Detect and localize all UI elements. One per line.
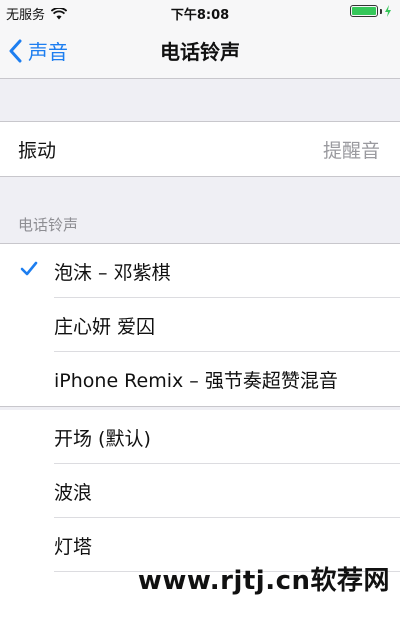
ringtone-label: iPhone Remix – 强节奏超赞混音 — [54, 370, 338, 392]
status-time: 下午8:08 — [170, 8, 230, 23]
watermark-text: www.rjtj.cn软荐网 — [137, 566, 390, 596]
status-bar: 无服务 下午8:08 — [0, 0, 400, 24]
page-title: 电话铃声 — [160, 40, 240, 64]
charging-bolt-icon — [385, 5, 391, 17]
vibration-label: 振动 — [18, 140, 57, 162]
checkmark-icon — [20, 261, 38, 276]
section-border — [0, 406, 400, 407]
ringtone-label: 灯塔 — [54, 536, 93, 558]
ringtone-label: 开场 (默认) — [54, 428, 151, 450]
ringtone-item[interactable]: 波浪 — [0, 464, 400, 518]
ringtone-item[interactable]: iPhone Remix – 强节奏超赞混音 — [0, 352, 400, 406]
ringtone-label: 庄心妍 爱囚 — [54, 316, 156, 338]
vibration-row[interactable]: 振动 提醒音 — [0, 122, 400, 176]
battery-cap — [380, 8, 382, 14]
vibration-value: 提醒音 — [322, 140, 380, 162]
battery-fill — [352, 7, 376, 15]
ringtone-label: 波浪 — [54, 482, 93, 504]
navigation-bar: 声音 电话铃声 — [0, 24, 400, 79]
ringtone-label: 泡沫 – 邓紫棋 — [54, 262, 171, 284]
battery-icon — [350, 5, 378, 17]
section-header: 电话铃声 — [18, 216, 79, 234]
ringtone-item[interactable]: 泡沫 – 邓紫棋 — [0, 244, 400, 298]
ringtone-item[interactable]: 庄心妍 爱囚 — [0, 298, 400, 352]
ringtone-item[interactable]: 开场 (默认) — [0, 410, 400, 464]
battery-indicator — [350, 5, 392, 17]
section-border — [0, 176, 400, 177]
